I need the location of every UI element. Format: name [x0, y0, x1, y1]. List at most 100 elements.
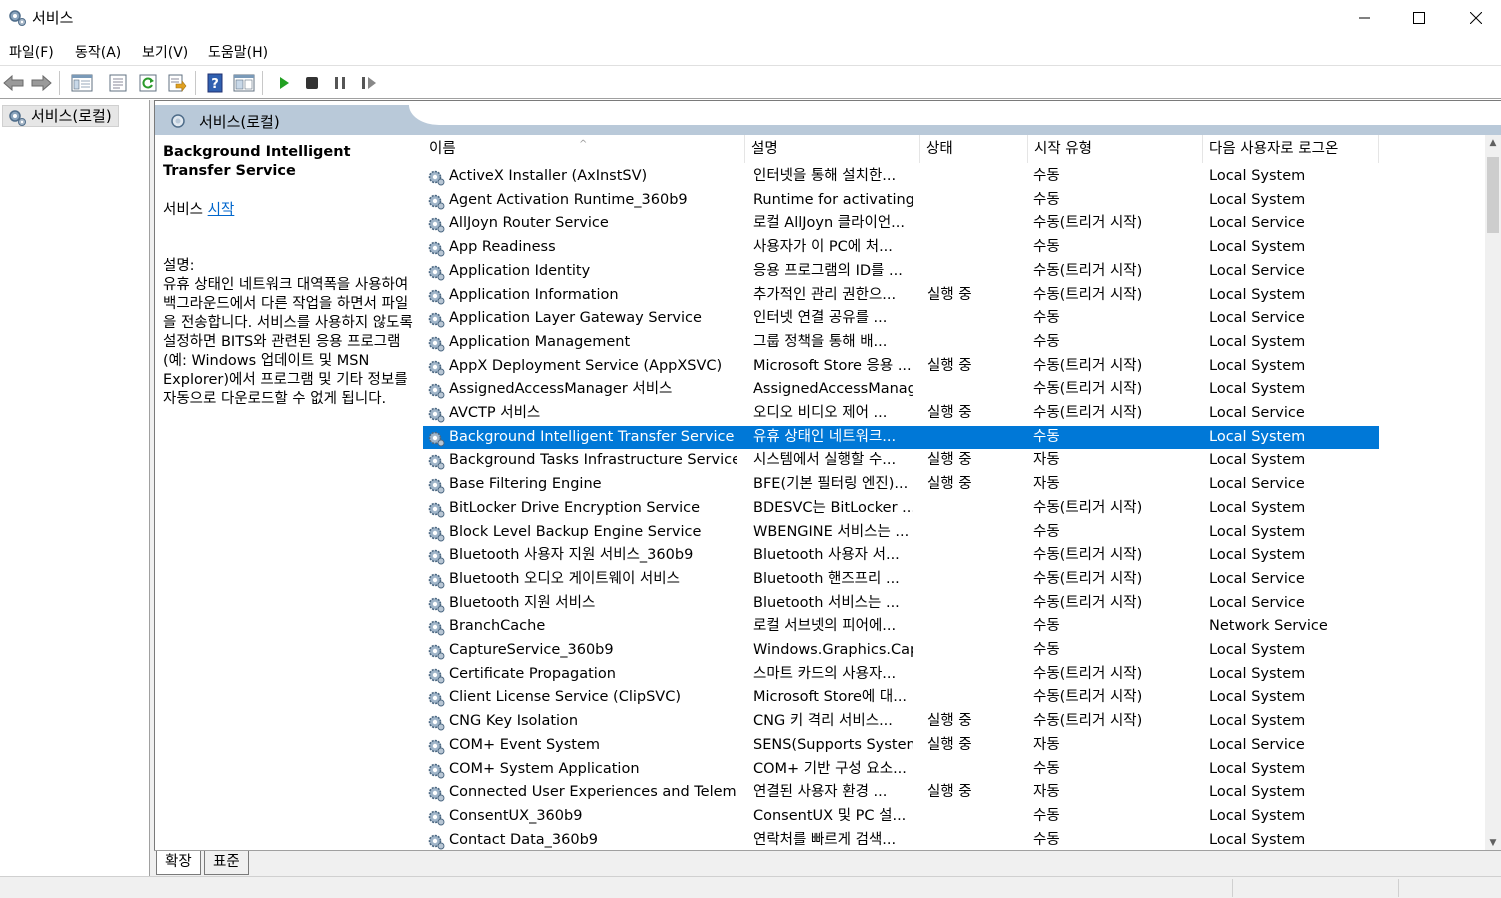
service-name: Application Identity — [427, 260, 737, 284]
service-gear-icon — [428, 549, 445, 565]
table-row[interactable]: Bluetooth 사용자 지원 서비스_360b9 Bluetooth 사용자 … — [423, 544, 1379, 568]
menu-action[interactable]: 동작(A) — [75, 42, 121, 62]
service-log-on-as: Local Service — [1209, 405, 1305, 421]
service-name-text: Client License Service (ClipSVC) — [449, 689, 682, 706]
restart-service-button[interactable] — [357, 71, 381, 95]
service-log-on-as: Local Service — [1209, 570, 1305, 587]
scroll-up-icon[interactable]: ▲ — [1485, 135, 1501, 151]
start-service-button[interactable] — [272, 71, 296, 95]
scrollbar-thumb[interactable] — [1487, 157, 1499, 233]
close-button[interactable] — [1447, 0, 1501, 36]
console-view-button[interactable] — [232, 71, 256, 95]
column-header-status[interactable]: 상태 — [920, 135, 1028, 163]
service-gear-icon — [428, 289, 445, 304]
table-row[interactable]: ActiveX Installer (AxInstSV) 인터넷을 통해 설치한.… — [423, 165, 1379, 189]
tab-standard[interactable]: 표준 — [204, 851, 249, 875]
menu-help[interactable]: 도움말(H) — [208, 42, 268, 62]
pause-service-button[interactable] — [328, 71, 352, 95]
service-log-on-as: Local Service — [1209, 594, 1305, 611]
table-row[interactable]: Contact Data_360b9 연락처를 빠르게 검색... 수동 Local … — [423, 829, 1379, 851]
service-log-on-as: Local System — [1209, 428, 1306, 445]
vertical-scrollbar[interactable]: ▲ ▼ — [1485, 135, 1501, 851]
table-row[interactable]: AppX Deployment Service (AppXSVC) Microso… — [423, 355, 1379, 379]
service-name: App Readiness — [427, 236, 737, 260]
service-name: CNG Key Isolation — [427, 710, 737, 734]
service-name-text: Bluetooth 지원 서비스 — [449, 594, 596, 611]
toolbar-separator — [195, 71, 196, 95]
forward-button[interactable] — [29, 71, 53, 95]
service-startup-type: 수동(트리거 시작) — [1033, 665, 1143, 682]
sort-ascending-icon: ^ — [579, 139, 588, 150]
tab-extended[interactable]: 확장 — [156, 851, 201, 875]
table-row[interactable]: Certificate Propagation 스마트 카드의 사용자... 수동(… — [423, 663, 1379, 687]
column-header-name[interactable]: 이름 ^ — [423, 135, 745, 163]
menu-file[interactable]: 파일(F) — [9, 42, 54, 62]
service-gear-icon — [428, 763, 445, 778]
maximize-icon — [1413, 12, 1425, 24]
minimize-button[interactable] — [1336, 0, 1394, 36]
service-log-on-as: Local System — [1209, 547, 1306, 564]
menu-view[interactable]: 보기(V) — [142, 42, 188, 62]
table-row[interactable]: Application Identity 응용 프로그램의 ID를 ... 수동(트… — [423, 260, 1379, 284]
properties-button[interactable] — [106, 71, 130, 95]
table-row[interactable]: COM+ System Application COM+ 기반 구성 요소... 수… — [423, 758, 1379, 782]
table-row[interactable]: Base Filtering Engine BFE(기본 필터링 엔진)... 실행… — [423, 473, 1379, 497]
service-log-on-as: Local System — [1209, 333, 1306, 350]
service-name: Application Management — [427, 331, 737, 355]
refresh-button[interactable] — [136, 71, 160, 95]
table-row[interactable]: CaptureService_360b9 Windows.Graphics.Cap… — [423, 639, 1379, 663]
service-name: AppX Deployment Service (AppXSVC) — [427, 355, 737, 379]
service-startup-type: 수동 — [1033, 523, 1060, 540]
service-name-text: Contact Data_360b9 — [449, 831, 599, 848]
tree-item-services-local[interactable]: 서비스(로컬) — [2, 105, 119, 127]
minimize-icon — [1359, 17, 1370, 19]
column-header-startup-type[interactable]: 시작 유형 — [1028, 135, 1203, 163]
table-row[interactable]: Background Tasks Infrastructure Service 시… — [423, 449, 1379, 473]
table-row[interactable]: App Readiness 사용자가 이 PC에 처... 수동 Local Syst… — [423, 236, 1379, 260]
service-startup-type: 수동(트리거 시작) — [1033, 286, 1143, 303]
table-row[interactable]: Bluetooth 지원 서비스 Bluetooth 서비스는 ... 수동(트리거… — [423, 592, 1379, 616]
service-startup-type: 수동(트리거 시작) — [1033, 381, 1143, 398]
service-log-on-as: Local System — [1209, 713, 1306, 730]
table-row[interactable]: AllJoyn Router Service 로컬 AllJoyn 클라이언...… — [423, 212, 1379, 236]
table-row[interactable]: ConsentUX_360b9 ConsentUX 및 PC 설... 수동 Loca… — [423, 805, 1379, 829]
table-row[interactable]: BranchCache 로컬 서브넷의 피어에... 수동 Network Servi… — [423, 615, 1379, 639]
show-tree-button[interactable] — [70, 71, 94, 95]
table-row[interactable]: COM+ Event System SENS(Supports System...… — [423, 734, 1379, 758]
table-row[interactable]: Agent Activation Runtime_360b9 Runtime fo… — [423, 189, 1379, 213]
service-log-on-as: Network Service — [1209, 618, 1328, 635]
column-header-description[interactable]: 설명 — [745, 135, 920, 163]
table-row[interactable]: Application Management 그룹 정책을 통해 배... 수동 Lo… — [423, 331, 1379, 355]
table-row[interactable]: Application Layer Gateway Service 인터넷 연결 … — [423, 307, 1379, 331]
service-log-on-as: Local System — [1209, 452, 1306, 469]
table-row[interactable]: Client License Service (ClipSVC) Microsof… — [423, 686, 1379, 710]
table-row[interactable]: Connected User Experiences and Telemetry… — [423, 781, 1379, 805]
service-name: Base Filtering Engine — [427, 473, 737, 497]
table-row[interactable]: BitLocker Drive Encryption Service BDESVC… — [423, 497, 1379, 521]
service-startup-type: 자동 — [1033, 736, 1060, 753]
back-button[interactable] — [2, 71, 26, 95]
help-button[interactable]: ? — [203, 71, 227, 95]
service-log-on-as: Local System — [1209, 523, 1306, 540]
table-row[interactable]: Block Level Backup Engine Service WBENGIN… — [423, 521, 1379, 545]
description-label: 설명: — [163, 258, 195, 274]
start-service-link[interactable]: 시작 — [208, 202, 235, 218]
stop-service-button[interactable] — [300, 71, 324, 95]
table-row[interactable]: Bluetooth 오디오 게이트웨이 서비스 Bluetooth 핸즈프리 ..… — [423, 568, 1379, 592]
toolbar-separator — [59, 71, 60, 95]
scroll-down-icon[interactable]: ▼ — [1485, 835, 1501, 851]
status-separator — [1232, 879, 1233, 897]
service-startup-type: 수동(트리거 시작) — [1033, 689, 1143, 706]
table-row[interactable]: AssignedAccessManager 서비스 AssignedAccessM… — [423, 378, 1379, 402]
table-row[interactable]: AVCTP 서비스 오디오 비디오 제어 ... 실행 중 수동(트리거 시작) Loc… — [423, 402, 1379, 426]
maximize-button[interactable] — [1390, 0, 1448, 36]
service-log-on-as: Local System — [1209, 191, 1306, 208]
table-row[interactable]: Background Intelligent Transfer Service 유… — [423, 425, 1379, 450]
export-button[interactable] — [165, 71, 189, 95]
service-name-text: Background Intelligent Transfer Service — [449, 428, 735, 445]
service-name-text: ActiveX Installer (AxInstSV) — [449, 168, 648, 184]
column-header-log-on-as[interactable]: 다음 사용자로 로그온 — [1203, 135, 1379, 163]
table-row[interactable]: Application Information 추가적인 관리 권한으... 실행 … — [423, 284, 1379, 308]
service-name-text: BitLocker Drive Encryption Service — [449, 499, 701, 516]
table-row[interactable]: CNG Key Isolation CNG 키 격리 서비스... 실행 중 수동(트… — [423, 710, 1379, 734]
